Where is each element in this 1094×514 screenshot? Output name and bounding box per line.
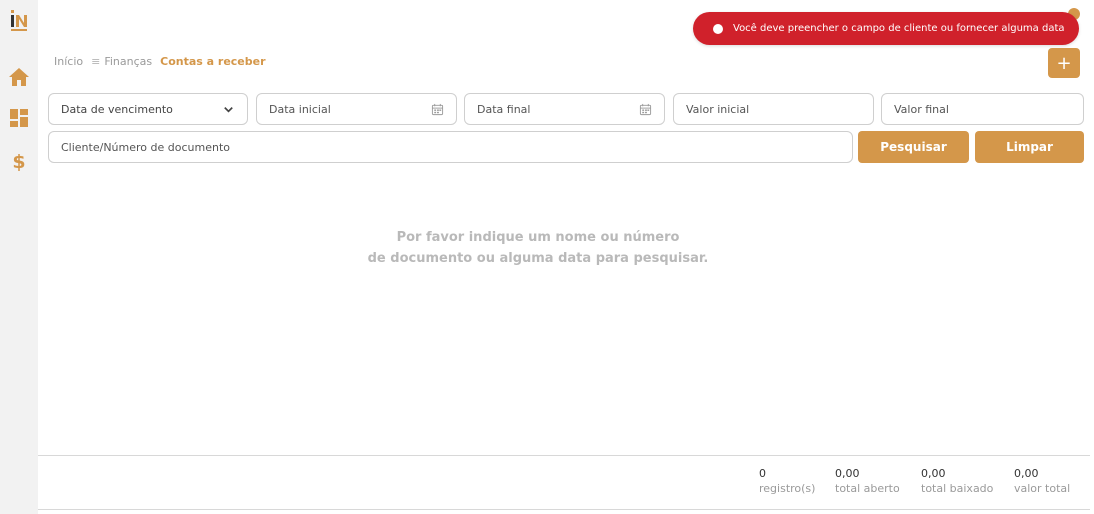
min-value-field[interactable]: Valor inicial	[673, 93, 874, 125]
footer-divider	[38, 455, 1090, 456]
sidebar: $	[0, 0, 38, 514]
client-search-input[interactable]: Cliente/Número de documento	[48, 131, 853, 163]
min-value-placeholder: Valor inicial	[686, 102, 750, 116]
total-settled-value: 0,00	[921, 467, 946, 480]
breadcrumb-current: Contas a receber	[160, 55, 266, 68]
search-button[interactable]: Pesquisar	[858, 131, 969, 163]
empty-state-line-2: de documento ou alguma data para pesquis…	[367, 251, 709, 266]
total-settled: 0,00 total baixado	[921, 466, 993, 497]
total-settled-label: total baixado	[921, 482, 994, 495]
start-date-placeholder: Data inicial	[269, 102, 331, 116]
toast-message: Você deve preencher o campo de cliente o…	[733, 23, 1065, 34]
date-type-value: Data de vencimento	[61, 102, 173, 116]
footer-bottom-divider	[38, 509, 1090, 510]
records-value: 0	[759, 467, 766, 480]
max-value-field[interactable]: Valor final	[881, 93, 1084, 125]
total-value-label: valor total	[1014, 482, 1071, 495]
alert-icon	[713, 23, 723, 34]
total-open: 0,00 total aberto	[835, 466, 900, 497]
main-content: Você deve preencher o campo de cliente o…	[38, 0, 1094, 514]
app-logo[interactable]	[9, 10, 29, 32]
total-value: 0,00 valor total	[1014, 466, 1070, 497]
breadcrumb: Início ≡ Finanças Contas a receber	[54, 55, 266, 68]
menu-icon: ≡	[91, 55, 101, 68]
home-icon[interactable]	[8, 66, 30, 88]
date-type-select[interactable]: Data de vencimento	[48, 93, 248, 125]
empty-state-line-1: Por favor indique um nome ou número	[396, 230, 680, 245]
total-value-value: 0,00	[1014, 467, 1039, 480]
svg-text:$: $	[12, 151, 25, 172]
error-toast[interactable]: Você deve preencher o campo de cliente o…	[693, 12, 1079, 45]
calendar-icon[interactable]	[430, 102, 444, 116]
start-date-field[interactable]: Data inicial	[256, 93, 457, 125]
dollar-icon[interactable]: $	[8, 150, 30, 172]
total-open-value: 0,00	[835, 467, 860, 480]
end-date-field[interactable]: Data final	[464, 93, 665, 125]
clear-button[interactable]: Limpar	[975, 131, 1084, 163]
chevron-down-icon	[221, 102, 235, 116]
records-label: registro(s)	[759, 482, 816, 495]
add-button[interactable]: +	[1048, 48, 1080, 78]
calendar-icon[interactable]	[638, 102, 652, 116]
breadcrumb-home[interactable]: Início	[54, 55, 83, 68]
max-value-placeholder: Valor final	[894, 102, 949, 116]
dashboard-icon[interactable]	[8, 107, 30, 129]
total-open-label: total aberto	[835, 482, 900, 495]
client-search-placeholder: Cliente/Número de documento	[61, 140, 230, 154]
records-count: 0 registro(s)	[759, 466, 815, 497]
end-date-placeholder: Data final	[477, 102, 531, 116]
empty-state-message: Por favor indique um nome ou número de d…	[338, 227, 738, 269]
breadcrumb-section[interactable]: Finanças	[104, 55, 152, 68]
